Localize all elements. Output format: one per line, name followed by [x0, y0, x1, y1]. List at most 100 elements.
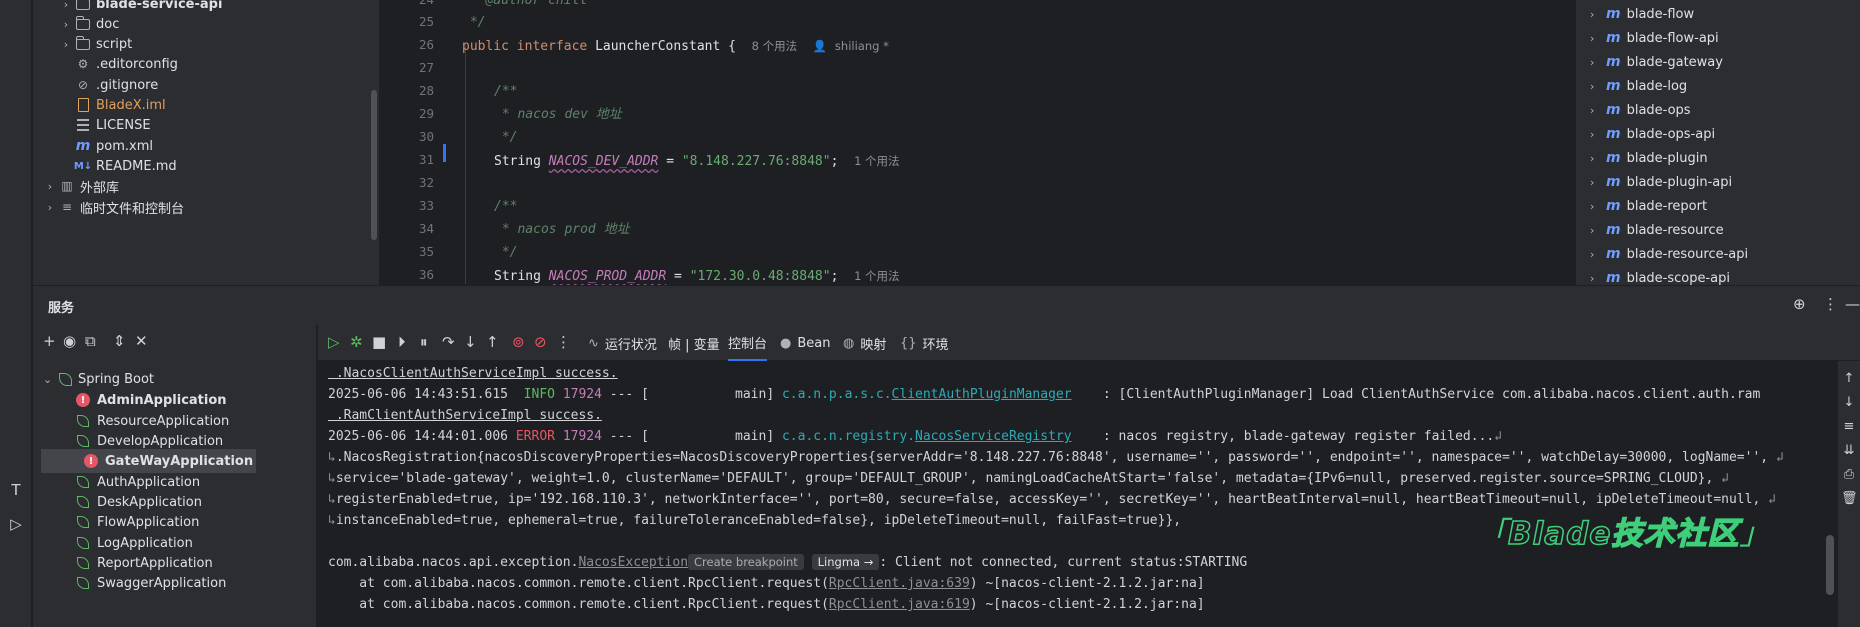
new-tab-icon[interactable]: ⧉	[85, 332, 96, 350]
pause-icon[interactable]: ⏸	[420, 333, 428, 351]
target-icon[interactable]: ⊕	[1793, 295, 1806, 313]
chevron-right-icon[interactable]: ›	[1590, 8, 1606, 21]
license-file-icon	[74, 117, 92, 133]
chevron-right-icon[interactable]: ›	[58, 0, 74, 11]
scroll-up-icon[interactable]: ↑	[1841, 371, 1857, 386]
run-icon[interactable]: ▷	[328, 333, 340, 351]
services-tree: + ◉ ⧉ ⇕ ✕ ⌄ Spring Boot ! AdminApplicati…	[33, 325, 317, 627]
more-icon[interactable]: ⋮	[1823, 295, 1838, 313]
exception-link[interactable]: NacosException	[578, 555, 688, 570]
module-item[interactable]: › m blade-flow	[1590, 2, 1694, 26]
console-scrollbar[interactable]	[1826, 535, 1834, 595]
module-item[interactable]: › m blade-resource	[1590, 218, 1724, 242]
tab-run-status[interactable]: ∿ 运行状况	[588, 325, 657, 361]
code-comment: /**	[494, 84, 518, 99]
line-number: 26	[418, 37, 434, 52]
line-number: 35	[418, 244, 434, 259]
project-scrollbar[interactable]	[371, 90, 377, 240]
scroll-to-end-icon[interactable]: ⇊	[1841, 443, 1857, 458]
mute-breakpoints-icon[interactable]: ⊘	[534, 333, 547, 351]
service-swagger-application[interactable]: SwaggerApplication	[33, 571, 316, 595]
debug-icon[interactable]: ✲	[350, 333, 363, 351]
chevron-right-icon[interactable]: ›	[1590, 32, 1606, 45]
tab-environment[interactable]: {} 环境	[900, 325, 949, 361]
maven-icon: m	[1606, 6, 1621, 22]
print-icon[interactable]: ⎙	[1841, 467, 1857, 482]
code-editor[interactable]: 24 25 26 27 28 29 30 31 32 33 34 35 36 3…	[380, 0, 1576, 285]
line-number: 36	[418, 267, 434, 282]
maven-icon: m	[1606, 102, 1621, 118]
module-item[interactable]: › m blade-log	[1590, 74, 1687, 98]
module-item[interactable]: › m blade-resource-api	[1590, 242, 1748, 266]
chevron-right-icon[interactable]: ›	[1590, 272, 1606, 285]
scratches-icon: ≡	[61, 200, 73, 214]
chevron-right-icon[interactable]: ›	[42, 201, 58, 214]
step-into-icon[interactable]: ↓	[464, 333, 477, 351]
braces-icon: {}	[900, 335, 917, 351]
chevron-right-icon[interactable]: ›	[42, 180, 58, 193]
console-output[interactable]: .NacosClientAuthServiceImpl success. 202…	[318, 361, 1838, 627]
code-area[interactable]: * @author chill */ public interface Laun…	[462, 0, 1572, 285]
chevron-right-icon[interactable]: ›	[1590, 224, 1606, 237]
scroll-down-icon[interactable]: ↓	[1841, 395, 1857, 410]
change-marker[interactable]	[443, 144, 446, 162]
chevron-right-icon[interactable]: ›	[1590, 56, 1606, 69]
chevron-right-icon[interactable]: ›	[58, 18, 74, 31]
chevron-right-icon[interactable]: ›	[1590, 248, 1606, 261]
module-item[interactable]: › m blade-report	[1590, 194, 1707, 218]
chevron-down-icon[interactable]: ⌄	[43, 373, 59, 386]
usages-hint[interactable]: 8 个用法	[752, 39, 797, 53]
spring-leaf-icon	[75, 514, 91, 530]
maven-icon: m	[1606, 198, 1621, 214]
error-icon: !	[75, 392, 91, 408]
chevron-right-icon[interactable]: ›	[1590, 104, 1606, 117]
step-over-icon[interactable]: ↷	[442, 333, 455, 351]
chevron-right-icon[interactable]: ›	[1590, 176, 1606, 189]
tree-item-scratches[interactable]: › ≡ 临时文件和控制台	[33, 195, 379, 219]
trash-icon[interactable]: 🗑	[1841, 491, 1858, 506]
eye-icon[interactable]: ◉	[63, 332, 76, 350]
source-link[interactable]: RpcClient.java:619	[829, 597, 970, 612]
module-item[interactable]: › m blade-flow-api	[1590, 26, 1719, 50]
usages-hint[interactable]: 1 个用法	[854, 269, 899, 283]
code-comment: */	[494, 130, 518, 145]
step-out-icon[interactable]: ↑	[486, 333, 499, 351]
module-item[interactable]: › m blade-plugin-api	[1590, 170, 1732, 194]
stop-icon[interactable]: ■	[372, 333, 386, 351]
view-breakpoints-icon[interactable]: ⊚	[512, 333, 525, 351]
chevron-right-icon[interactable]: ›	[1590, 152, 1606, 165]
module-item[interactable]: › m blade-ops-api	[1590, 122, 1715, 146]
tab-frames-variables[interactable]: 帧 | 变量	[668, 325, 720, 361]
code-comment: /**	[494, 199, 518, 214]
author-hint[interactable]: shiliang *	[835, 39, 889, 53]
structure-tool-icon[interactable]: T	[4, 478, 28, 502]
chevron-right-icon[interactable]: ›	[1590, 80, 1606, 93]
expand-all-icon[interactable]: ⇕	[113, 332, 126, 350]
log-line: 2025-06-06 14:44:01.006 ERROR 17924 --- …	[328, 429, 1503, 444]
tab-bean[interactable]: ● Bean	[780, 325, 830, 361]
more-icon[interactable]: ⋮	[556, 333, 571, 351]
resume-icon[interactable]: ⏵	[398, 333, 406, 351]
module-item[interactable]: › m blade-plugin	[1590, 146, 1708, 170]
chevron-right-icon[interactable]: ›	[58, 38, 74, 51]
tab-mapping[interactable]: ◍ 映射	[843, 325, 886, 361]
minimize-icon[interactable]: —	[1845, 295, 1860, 313]
services-tool-icon[interactable]: ▷	[4, 512, 28, 536]
log-line: .RamClientAuthServiceImpl success.	[328, 408, 602, 423]
create-breakpoint-button[interactable]: Create breakpoint	[688, 554, 804, 570]
chevron-right-icon[interactable]: ›	[1590, 200, 1606, 213]
soft-wrap-toggle-icon[interactable]: ≡	[1841, 419, 1857, 434]
chevron-right-icon[interactable]: ›	[1590, 128, 1606, 141]
maven-icon: m	[1606, 54, 1621, 70]
source-link[interactable]: RpcClient.java:639	[829, 576, 970, 591]
tab-console[interactable]: 控制台	[728, 325, 768, 361]
module-item[interactable]: › m blade-scope-api	[1590, 266, 1730, 285]
blade-community-watermark: 「Blade技术社区」	[1476, 515, 1772, 553]
add-icon[interactable]: +	[43, 332, 56, 350]
module-item[interactable]: › m blade-gateway	[1590, 50, 1723, 74]
module-item[interactable]: › m blade-ops	[1590, 98, 1691, 122]
gear-icon: ⚙	[77, 57, 89, 71]
collapse-all-icon[interactable]: ✕	[135, 332, 148, 350]
usages-hint[interactable]: 1 个用法	[854, 154, 899, 168]
lingma-button[interactable]: Lingma →	[811, 554, 880, 570]
